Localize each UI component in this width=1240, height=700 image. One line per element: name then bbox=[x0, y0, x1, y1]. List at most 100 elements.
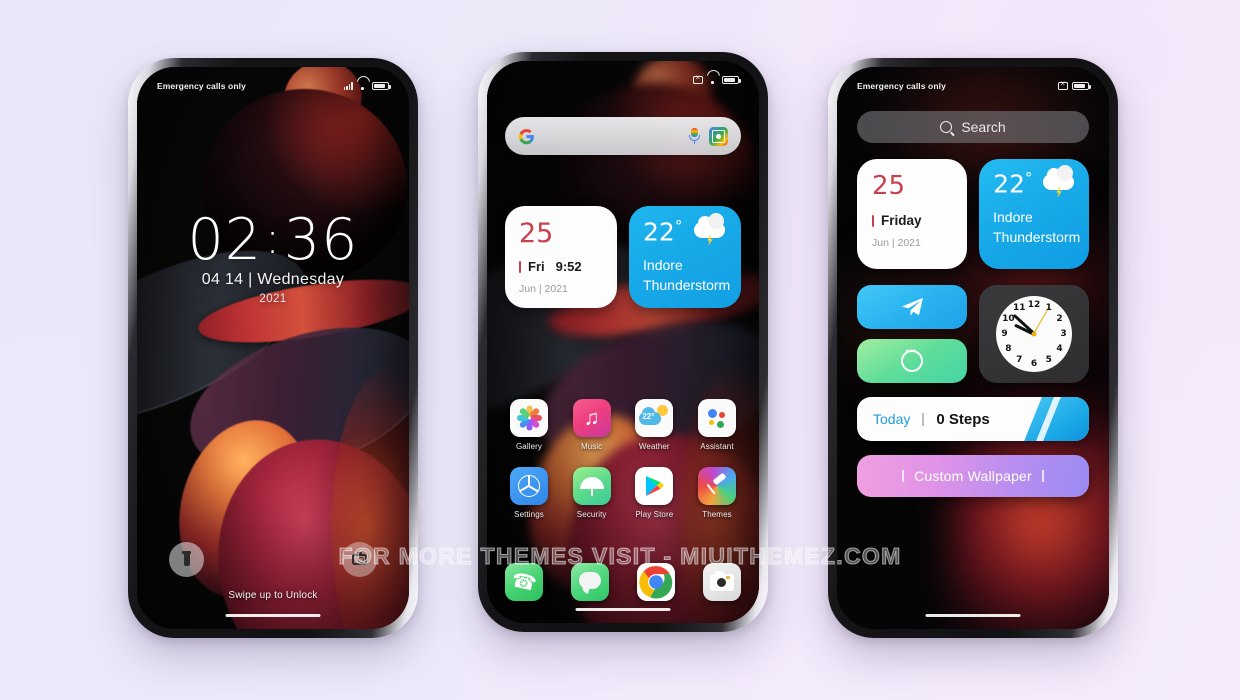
security-icon bbox=[572, 467, 611, 505]
phone-mockup-homescreen: 25 Fri 9:52 Jun | 2021 22° Indore Thunde… bbox=[478, 52, 768, 632]
app-themes[interactable]: Themes bbox=[689, 467, 745, 519]
gallery-icon bbox=[510, 399, 548, 437]
app-row-2: Settings Security Play Store Themes bbox=[501, 467, 745, 519]
dock: ☎ bbox=[505, 563, 741, 601]
calendar-weekday-row: Friday bbox=[872, 213, 953, 228]
microphone-icon[interactable] bbox=[688, 127, 701, 145]
weather-top-row: 22° bbox=[643, 213, 728, 247]
chat-bubble-icon bbox=[901, 346, 923, 372]
app-assistant[interactable]: Assistant bbox=[689, 399, 745, 451]
calendar-widget[interactable]: 25 Fri 9:52 Jun | 2021 bbox=[505, 206, 618, 308]
right-accent-bar bbox=[1041, 470, 1044, 482]
analog-clock-widget[interactable]: 1 2 3 4 5 6 7 8 9 10 11 12 bbox=[979, 285, 1089, 383]
lockscreen-clock: 02:36 bbox=[137, 207, 409, 273]
wifi-icon bbox=[707, 76, 718, 84]
phone3-screen: Emergency calls only Search 25 Friday Ju… bbox=[837, 67, 1109, 629]
clock-face: 1 2 3 4 5 6 7 8 9 10 11 12 bbox=[996, 296, 1072, 372]
clock-hours: 02 bbox=[187, 207, 263, 273]
search-placeholder: Search bbox=[961, 119, 1006, 135]
weather-top-row: 22° bbox=[993, 165, 1077, 199]
wifi-icon bbox=[357, 82, 368, 90]
app-gallery[interactable]: Gallery bbox=[501, 399, 557, 451]
telegram-icon[interactable] bbox=[857, 285, 967, 329]
custom-wallpaper-label: Custom Wallpaper bbox=[914, 468, 1032, 484]
weather-temperature: 22° bbox=[643, 217, 683, 247]
steps-widget[interactable]: Today 0 Steps bbox=[857, 397, 1089, 441]
home-indicator[interactable] bbox=[575, 607, 671, 611]
unlock-hint-label: Swipe up to Unlock bbox=[228, 590, 318, 601]
calendar-time: 9:52 bbox=[555, 259, 582, 274]
app-label: Gallery bbox=[515, 442, 543, 451]
clock-numeral: 5 bbox=[1045, 354, 1052, 365]
custom-wallpaper-widget[interactable]: Custom Wallpaper bbox=[857, 455, 1089, 497]
steps-count: 0 Steps bbox=[936, 410, 990, 428]
widget-row-1: 25 Friday Jun | 2021 22° Indore Thunders… bbox=[857, 159, 1089, 269]
weather-widget[interactable]: 22° Indore Thunderstorm bbox=[629, 206, 741, 308]
clock-numeral: 6 bbox=[1030, 358, 1038, 369]
themes-icon bbox=[697, 467, 736, 505]
lockscreen-year: 2021 bbox=[259, 293, 287, 305]
shoe-icon bbox=[1024, 397, 1089, 441]
google-search-bar[interactable] bbox=[505, 117, 741, 155]
clock-numeral: 1 bbox=[1045, 303, 1052, 314]
google-assistant-icon bbox=[697, 399, 736, 437]
chrome-icon[interactable] bbox=[637, 563, 675, 601]
camera-shortcut-button[interactable] bbox=[342, 542, 377, 577]
clock-numeral: 9 bbox=[1001, 329, 1008, 339]
search-bar[interactable]: Search bbox=[857, 111, 1089, 143]
phone-icon[interactable]: ☎ bbox=[505, 563, 543, 601]
clock-numeral: 8 bbox=[1005, 343, 1012, 354]
status-icons bbox=[693, 74, 741, 85]
calendar-month-year: Jun | 2021 bbox=[872, 237, 921, 249]
google-lens-icon[interactable] bbox=[709, 126, 728, 146]
settings-icon bbox=[510, 467, 548, 505]
app-music[interactable]: ♫ Music bbox=[564, 399, 620, 451]
telegram-plane-icon bbox=[901, 297, 923, 316]
weather-condition: Thunderstorm bbox=[993, 229, 1081, 245]
steps-today-label: Today bbox=[873, 411, 911, 427]
flashlight-shortcut-button[interactable] bbox=[169, 542, 204, 577]
clock-center-pin bbox=[1031, 331, 1037, 337]
settings-spoke bbox=[519, 485, 530, 493]
weather-app-badge: 22° bbox=[642, 412, 655, 421]
flashlight-icon bbox=[182, 550, 191, 566]
calendar-widget[interactable]: 25 Friday Jun | 2021 bbox=[857, 159, 968, 269]
app-label: Assistant bbox=[700, 442, 734, 451]
status-bar: Emergency calls only bbox=[837, 77, 1109, 95]
clock-numeral: 2 bbox=[1056, 314, 1063, 325]
weather-city: Indore bbox=[643, 257, 683, 273]
weather-widget[interactable]: 22° Indore Thunderstorm bbox=[979, 159, 1089, 269]
camera-icon bbox=[352, 551, 367, 566]
whatsapp-icon[interactable] bbox=[857, 339, 967, 383]
calendar-day: 25 bbox=[872, 171, 906, 201]
weather-temperature: 22° bbox=[993, 169, 1033, 199]
app-security[interactable]: Security bbox=[564, 467, 620, 519]
home-indicator[interactable] bbox=[925, 613, 1021, 617]
phone-mockup-lockscreen: Emergency calls only 02:36 04 14 | Wedne… bbox=[128, 58, 418, 638]
google-logo-icon bbox=[518, 128, 534, 144]
home-indicator[interactable] bbox=[225, 613, 321, 617]
weather-icon: 22° bbox=[635, 399, 674, 437]
status-icons bbox=[343, 81, 391, 91]
calendar-weekday-row: Fri 9:52 bbox=[519, 259, 603, 274]
clock-numeral: 4 bbox=[1056, 343, 1063, 354]
battery-icon bbox=[722, 75, 741, 85]
app-weather[interactable]: 22° Weather bbox=[626, 399, 682, 451]
clock-colon: : bbox=[265, 213, 281, 264]
play-store-icon bbox=[635, 467, 674, 505]
app-label: Weather bbox=[638, 442, 670, 451]
messages-icon[interactable] bbox=[571, 563, 609, 601]
app-row-1: Gallery ♫ Music 22° Weather Assistant bbox=[501, 399, 745, 451]
widget-row-2: 123456789101112 bbox=[857, 285, 1089, 383]
calendar-weekday: Friday bbox=[881, 213, 922, 228]
battery-icon bbox=[1072, 81, 1091, 91]
app-settings[interactable]: Settings bbox=[501, 467, 557, 519]
app-play-store[interactable]: Play Store bbox=[626, 467, 682, 519]
camera-icon[interactable] bbox=[703, 563, 741, 601]
thunderstorm-icon bbox=[1043, 165, 1077, 198]
clock-numeral: 11 bbox=[1012, 303, 1026, 314]
clock-numeral: 7 bbox=[1016, 354, 1023, 365]
status-bar: Emergency calls only bbox=[137, 77, 409, 95]
clock-numeral: 3 bbox=[1060, 329, 1067, 339]
app-label: Music bbox=[580, 442, 603, 451]
